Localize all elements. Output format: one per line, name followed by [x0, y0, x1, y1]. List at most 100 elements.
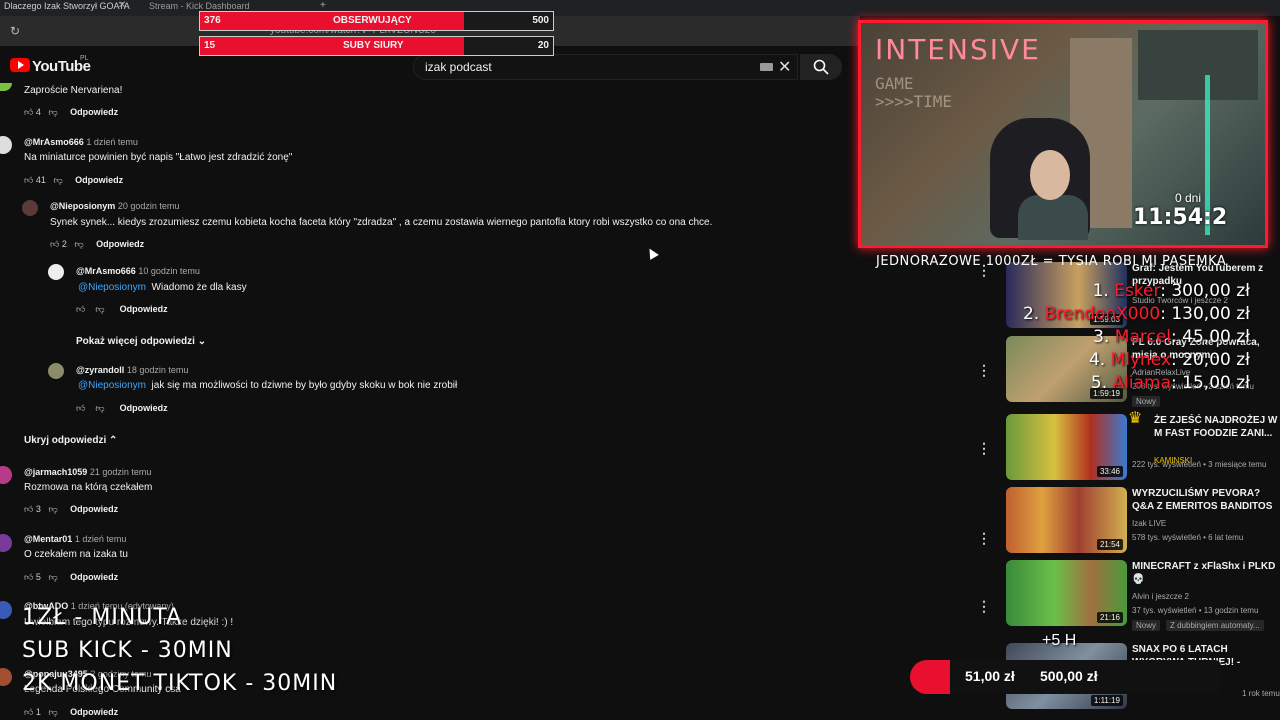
sidebar-video[interactable]: 21:16 MINECRAFT z xFlaShx i PLKD 💀 Alvin… — [1006, 560, 1280, 631]
author-name[interactable]: @Nieposionym — [50, 201, 115, 211]
like-icon[interactable]: 👍︎ — [24, 572, 33, 582]
show-more-replies-button[interactable]: Pokaż więcej odpowiedzi ⌄ — [76, 336, 206, 347]
reply-button[interactable]: Odpowiedz — [96, 239, 144, 249]
search-button[interactable] — [800, 54, 842, 80]
youtube-logo-icon[interactable] — [10, 58, 30, 72]
comment-author[interactable]: @MrAsmo666 1 dzień temu — [24, 137, 138, 147]
donation-goal-fill — [910, 660, 950, 694]
like-icon[interactable]: 👍︎ — [24, 504, 33, 514]
avatar[interactable] — [48, 264, 64, 280]
reply-button[interactable]: Odpowiedz — [70, 707, 118, 717]
reply-button[interactable]: Odpowiedz — [75, 175, 123, 185]
avatar[interactable] — [0, 534, 12, 552]
author-name[interactable]: @MrAsmo666 — [76, 266, 136, 276]
reply-button[interactable]: Odpowiedz — [70, 504, 118, 514]
avatar[interactable] — [22, 200, 38, 216]
clear-search-icon[interactable]: ✕ — [778, 57, 791, 77]
dislike-icon[interactable]: 👎︎ — [95, 304, 104, 314]
author-name[interactable]: @jarmach1059 — [24, 467, 87, 477]
author-name[interactable]: @zyrandoll — [76, 365, 124, 375]
video-thumbnail[interactable]: 21:16 — [1006, 560, 1127, 626]
hide-replies-button[interactable]: Ukryj odpowiedzi ⌃ — [24, 435, 117, 446]
reply-button[interactable]: Odpowiedz — [70, 107, 118, 117]
dislike-icon[interactable]: 👎︎ — [74, 239, 83, 249]
like-icon[interactable]: 👍︎ — [24, 175, 33, 185]
comment-author[interactable]: @Nieposionym 20 godzin temu — [50, 201, 179, 211]
more-options-icon[interactable]: ⋮ — [977, 440, 991, 457]
sidebar-video[interactable]: 21:54 WYRZUCILIŚMY PEVORA? Q&A Z EMERITO… — [1006, 487, 1280, 555]
like-count: 1 — [35, 707, 41, 717]
mention-link[interactable]: @Nieposionym — [78, 282, 146, 293]
dislike-icon[interactable]: 👎︎ — [95, 403, 104, 413]
comment-time[interactable]: 18 godzin temu — [127, 365, 189, 375]
new-tab-icon[interactable]: + — [320, 0, 326, 11]
more-options-icon[interactable]: ⋮ — [977, 362, 991, 379]
author-name[interactable]: @Mentar01 — [24, 534, 72, 544]
dislike-icon[interactable]: 👎︎ — [48, 504, 57, 514]
mention-link[interactable]: @Nieposionym — [78, 380, 146, 391]
search-icon — [813, 59, 829, 75]
sidebar-video[interactable]: 33:46 ŻE ZJEŚĆ NAJDROŻEJ W M FAST FOODZI… — [1006, 414, 1280, 482]
like-icon[interactable]: 👍︎ — [50, 239, 59, 249]
comment-text: @Nieposionym jak się ma możliwości to dz… — [78, 380, 457, 391]
video-channel[interactable]: Izak LIVE — [1132, 519, 1166, 528]
browser-tab[interactable]: Dlaczego Izak Stworzył GOATA — [0, 0, 130, 16]
video-channel[interactable]: Alvin i jeszcze 2 — [1132, 592, 1189, 601]
dislike-icon[interactable]: 👎︎ — [48, 707, 57, 717]
avatar[interactable] — [0, 136, 12, 154]
comment-actions: 👍︎ 41 👎︎ Odpowiedz — [24, 175, 123, 186]
top-donor-row: 1. Esker: 300,00 zł — [1092, 281, 1250, 301]
donor-name: Aliama — [1112, 373, 1172, 393]
video-thumbnail[interactable]: 33:46 — [1006, 414, 1127, 480]
avatar[interactable] — [48, 363, 64, 379]
comment-text: Rozmowa na którą czekałem — [24, 482, 153, 493]
comment-actions: 👍︎ 👎︎ Odpowiedz — [76, 304, 168, 315]
donor-name: Mlynex — [1110, 350, 1172, 370]
dislike-icon[interactable]: 👎︎ — [48, 107, 57, 117]
comment-author[interactable]: @Mentar01 1 dzień temu — [24, 534, 126, 544]
search-value[interactable]: izak podcast — [425, 60, 492, 74]
dubbing-badge: Z dubbingiem automaty... — [1166, 620, 1264, 631]
video-duration: 1:11:19 — [1090, 695, 1123, 706]
like-icon[interactable]: 👍︎ — [76, 304, 85, 314]
comment-time[interactable]: 10 godzin temu — [138, 266, 200, 276]
avatar[interactable] — [0, 601, 12, 619]
video-meta: 222 tys. wyświetleń • 3 miesiące temu — [1132, 460, 1267, 469]
comment-body: Wiadomo że dla kasy — [151, 282, 247, 293]
like-icon[interactable]: 👍︎ — [24, 107, 33, 117]
video-title[interactable]: MINECRAFT z xFlaShx i PLKD 💀 — [1132, 560, 1280, 586]
avatar[interactable] — [0, 83, 12, 91]
video-title[interactable]: WYRZUCILIŚMY PEVORA? Q&A Z EMERITOS BAND… — [1132, 487, 1280, 513]
avatar[interactable] — [0, 466, 12, 484]
reload-icon[interactable]: ↻ — [10, 24, 20, 38]
keyboard-icon[interactable] — [760, 63, 773, 71]
close-tab-icon[interactable]: ✕ — [118, 0, 126, 11]
comment-actions: 👍︎ 1 👎︎ Odpowiedz — [24, 707, 118, 718]
dislike-icon[interactable]: 👎︎ — [53, 175, 62, 185]
video-thumbnail[interactable]: 21:54 — [1006, 487, 1127, 553]
comment-time[interactable]: 1 dzień temu — [75, 534, 127, 544]
region-label: PL — [80, 55, 89, 62]
webcam-label: INTENSIVE — [875, 33, 1041, 66]
avatar[interactable] — [0, 668, 12, 686]
more-options-icon[interactable]: ⋮ — [977, 530, 991, 547]
comment-author[interactable]: @jarmach1059 21 godzin temu — [24, 467, 151, 477]
video-meta: 1 rok temu — [1242, 689, 1280, 698]
reply-button[interactable]: Odpowiedz — [120, 304, 168, 314]
comment-time[interactable]: 21 godzin temu — [90, 467, 152, 477]
comment-time[interactable]: 20 godzin temu — [118, 201, 180, 211]
donor-amount: 130,00 zł — [1171, 304, 1250, 324]
reply-button[interactable]: Odpowiedz — [70, 572, 118, 582]
comment-text: Synek synek... kiedys zrozumiesz czemu k… — [50, 217, 713, 228]
reply-button[interactable]: Odpowiedz — [120, 403, 168, 413]
dislike-icon[interactable]: 👎︎ — [48, 572, 57, 582]
subs-goal-bar: 15 SUBY SIURY 20 — [199, 36, 554, 56]
author-name[interactable]: @MrAsmo666 — [24, 137, 84, 147]
like-icon[interactable]: 👍︎ — [76, 403, 85, 413]
video-title[interactable]: ŻE ZJEŚĆ NAJDROŻEJ W M FAST FOODZIE ZANI… — [1154, 414, 1280, 440]
comment-time[interactable]: 1 dzień temu — [86, 137, 138, 147]
comment-author[interactable]: @zyrandoll 18 godzin temu — [76, 365, 188, 375]
comment-author[interactable]: @MrAsmo666 10 godzin temu — [76, 266, 200, 276]
like-icon[interactable]: 👍︎ — [24, 707, 33, 717]
more-options-icon[interactable]: ⋮ — [977, 598, 991, 615]
